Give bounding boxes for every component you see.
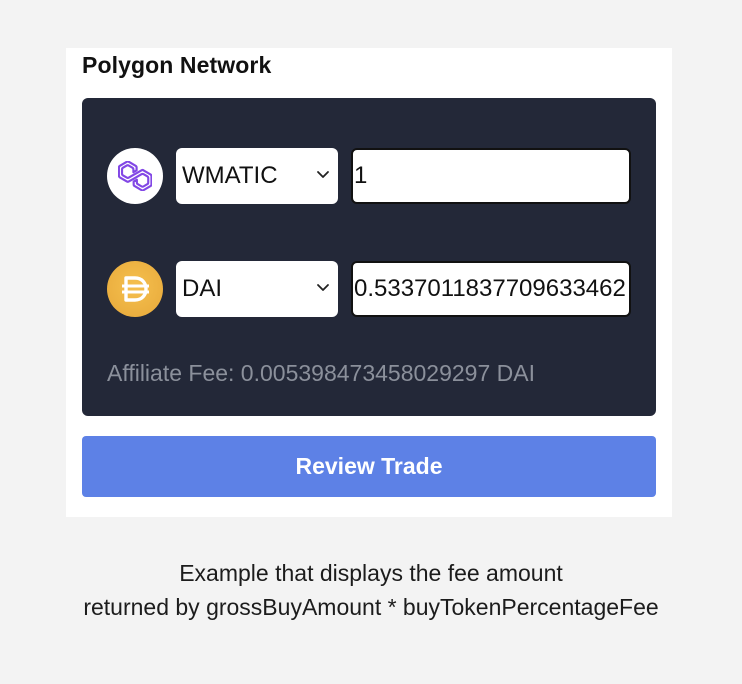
affiliate-fee-text: Affiliate Fee: 0.005398473458029297 DAI [107, 360, 535, 386]
chevron-down-icon [317, 284, 329, 291]
caption: Example that displays the fee amount ret… [0, 556, 742, 624]
buy-token-select[interactable]: DAI [176, 261, 338, 317]
review-trade-button[interactable]: Review Trade [82, 436, 656, 497]
sell-token-select[interactable]: WMATIC [176, 148, 338, 204]
caption-line-1: Example that displays the fee amount [179, 560, 563, 586]
network-title: Polygon Network [82, 52, 272, 78]
swap-widget-card: Polygon Network WMATIC DAI [66, 48, 672, 517]
dai-icon [107, 261, 163, 317]
sell-amount-input[interactable] [351, 148, 631, 204]
sell-token-label: WMATIC [182, 162, 278, 189]
chevron-down-icon [317, 171, 329, 178]
swap-panel: WMATIC DAI Affiliate Fee: 0.005398473458… [82, 98, 656, 416]
buy-amount-input[interactable] [351, 261, 631, 317]
polygon-matic-icon [107, 148, 163, 204]
buy-token-label: DAI [182, 275, 223, 302]
caption-line-2: returned by grossBuyAmount * buyTokenPer… [83, 594, 659, 620]
